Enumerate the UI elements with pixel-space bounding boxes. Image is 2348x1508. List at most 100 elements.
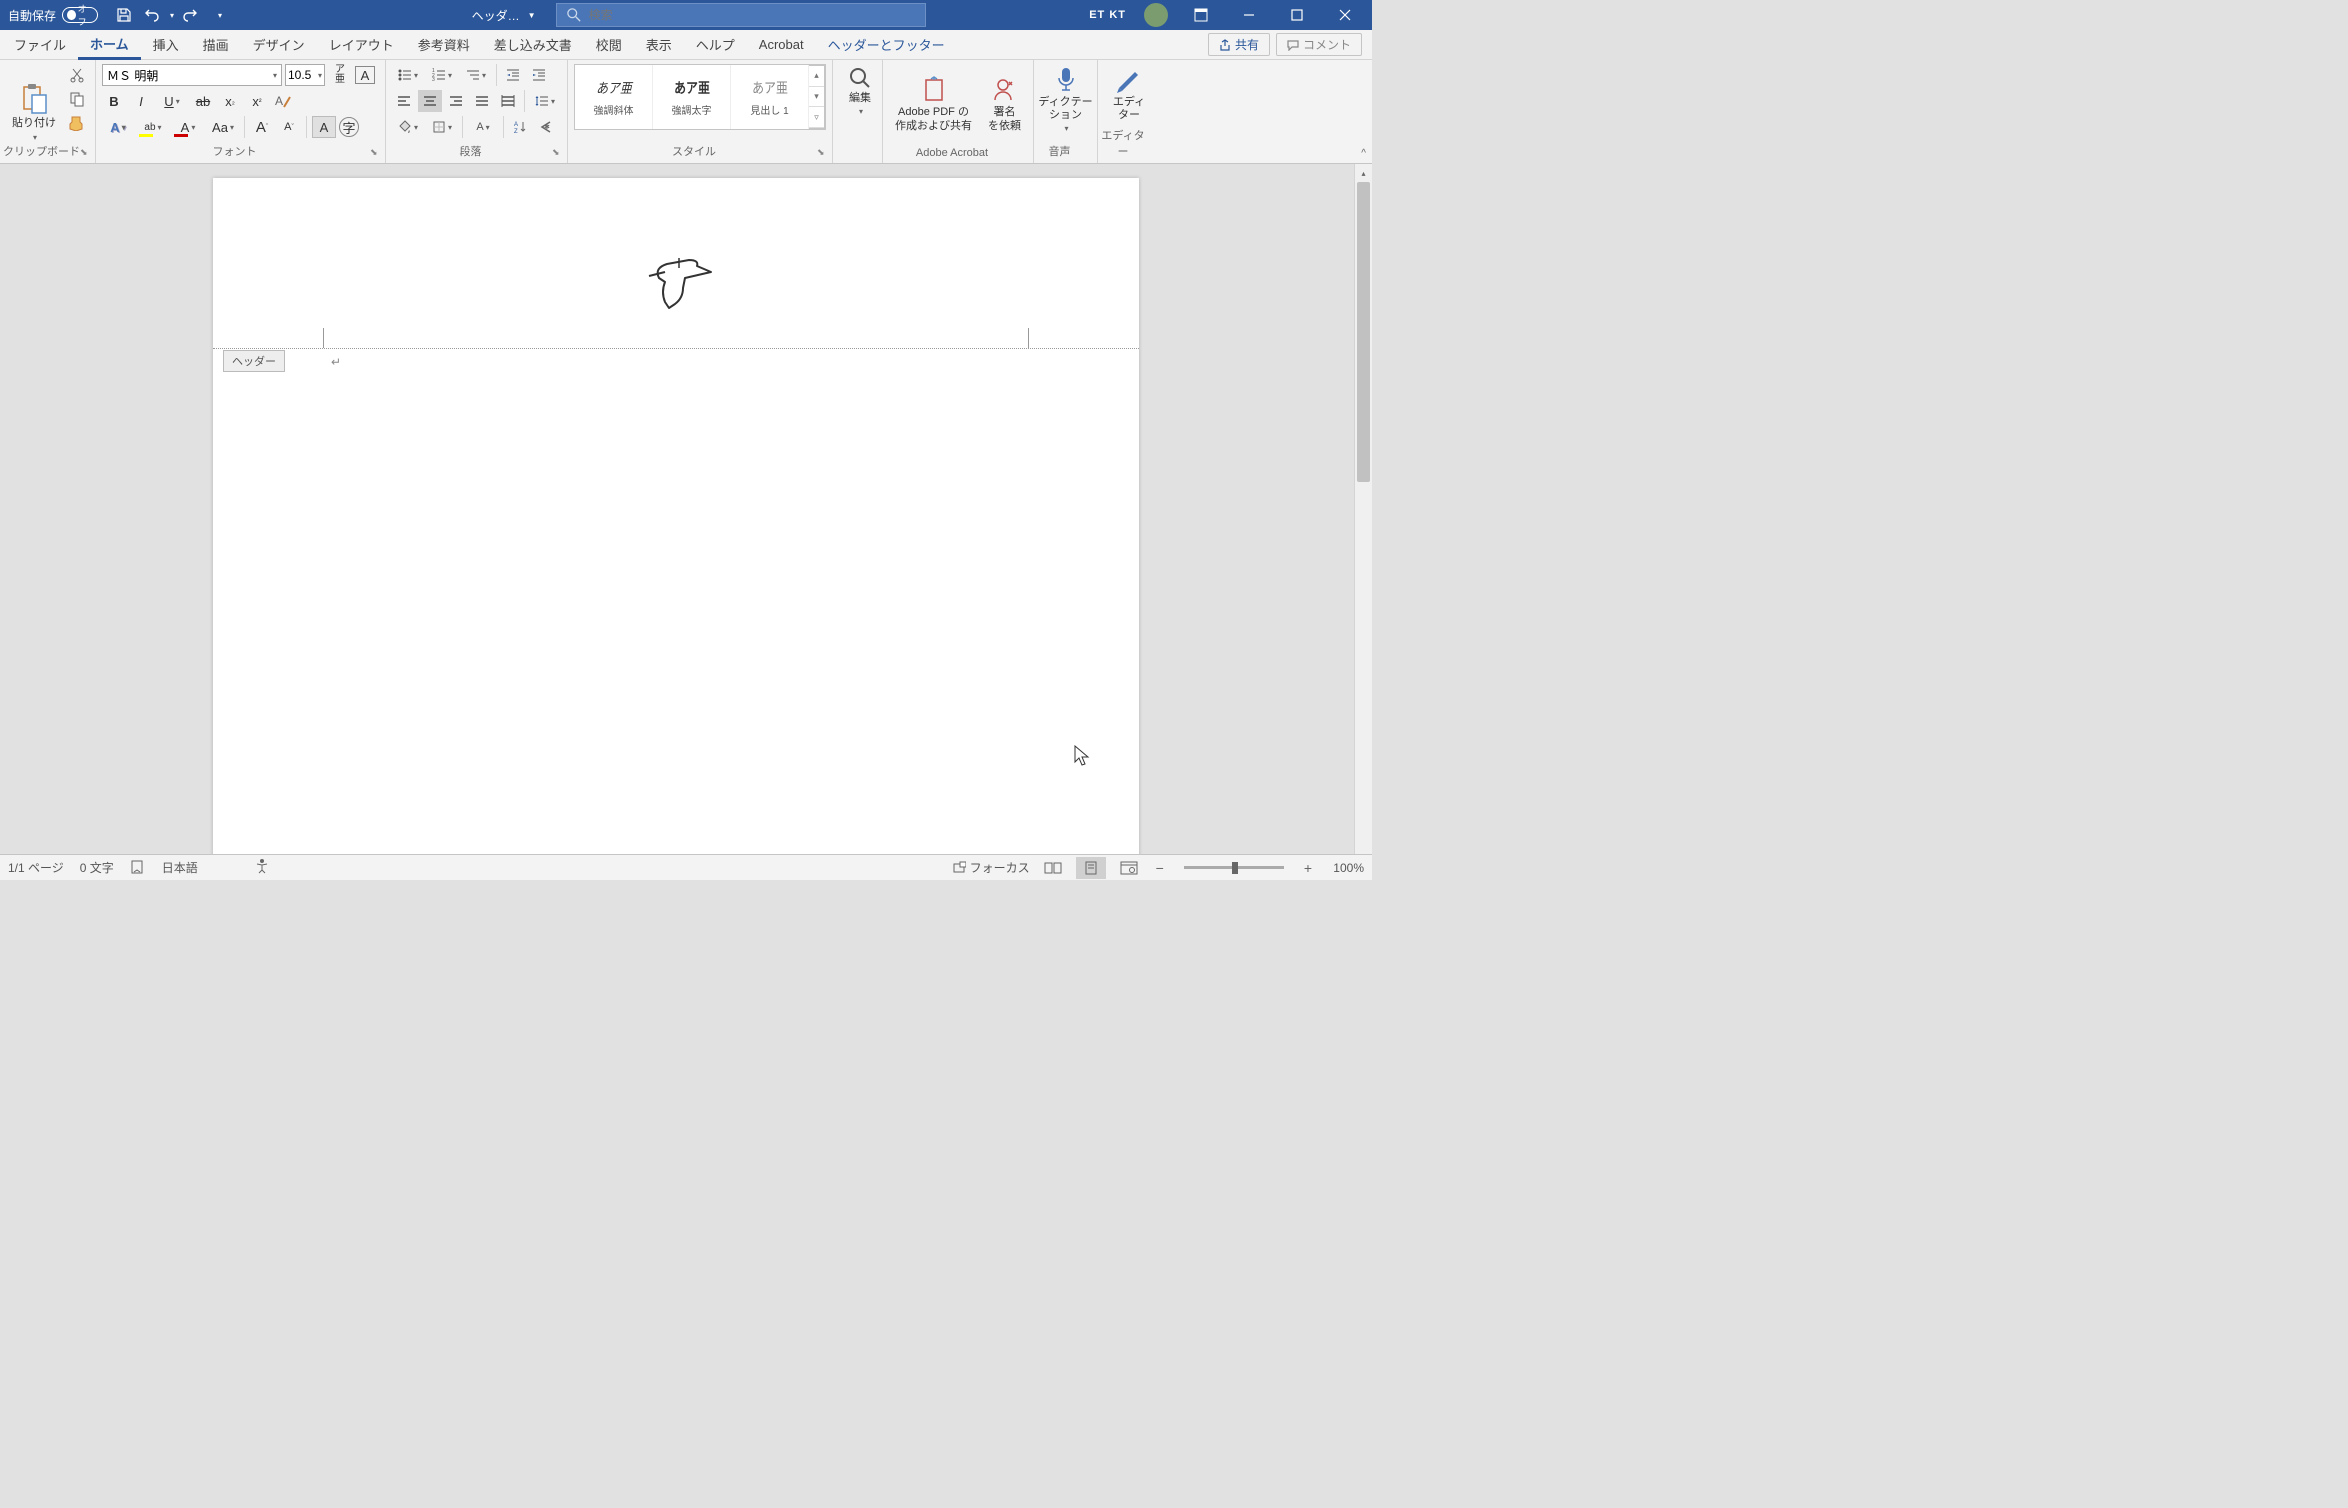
- justify-icon[interactable]: [470, 90, 494, 112]
- minimize-icon[interactable]: [1226, 0, 1272, 30]
- web-layout-icon[interactable]: [1114, 857, 1144, 879]
- editor-button[interactable]: エディ ター: [1104, 64, 1154, 124]
- zoom-level[interactable]: 100%: [1324, 861, 1364, 875]
- request-sign-button[interactable]: 署名 を依頼: [982, 64, 1027, 145]
- cut-icon[interactable]: [66, 64, 88, 86]
- collapse-ribbon-icon[interactable]: ^: [1361, 148, 1366, 159]
- style-scroll-up-icon[interactable]: ▴: [809, 66, 824, 87]
- multilevel-list-button[interactable]: ▾: [460, 64, 492, 86]
- accessibility-icon[interactable]: [254, 858, 270, 877]
- style-gallery-more-icon[interactable]: ▿: [809, 107, 824, 128]
- search-input[interactable]: [589, 8, 915, 22]
- enclose-char-icon[interactable]: 字: [339, 117, 359, 137]
- comments-button[interactable]: コメント: [1276, 33, 1362, 56]
- clipboard-launcher-icon[interactable]: ⬊: [80, 147, 92, 159]
- borders-icon[interactable]: ▾: [426, 116, 458, 138]
- zoom-slider-thumb[interactable]: [1232, 862, 1238, 874]
- style-emphasis-italic[interactable]: あア亜 強調斜体: [575, 65, 653, 129]
- grow-font-icon[interactable]: Aˆ: [250, 116, 274, 138]
- tab-layout[interactable]: レイアウト: [317, 30, 406, 60]
- autosave-toggle[interactable]: 自動保存 オフ: [0, 7, 106, 24]
- numbering-button[interactable]: 123▾: [426, 64, 458, 86]
- scroll-up-icon[interactable]: ▴: [1355, 164, 1372, 182]
- save-icon[interactable]: [112, 3, 136, 27]
- editing-dropdown-icon[interactable]: ▾: [859, 107, 863, 116]
- tab-mailings[interactable]: 差し込み文書: [482, 30, 584, 60]
- ribbon-display-icon[interactable]: [1178, 0, 1224, 30]
- bullets-button[interactable]: ▾: [392, 64, 424, 86]
- zoom-slider[interactable]: [1184, 866, 1284, 869]
- language-status[interactable]: 日本語: [162, 859, 198, 876]
- user-avatar[interactable]: [1144, 3, 1168, 27]
- zoom-out-button[interactable]: −: [1152, 860, 1168, 876]
- align-right-icon[interactable]: [444, 90, 468, 112]
- vertical-scrollbar[interactable]: ▴: [1354, 164, 1372, 854]
- align-left-icon[interactable]: [392, 90, 416, 112]
- zoom-in-button[interactable]: +: [1300, 860, 1316, 876]
- styles-launcher-icon[interactable]: ⬊: [817, 147, 829, 159]
- read-mode-icon[interactable]: [1038, 857, 1068, 879]
- style-emphasis-bold[interactable]: あア亜 強調太字: [653, 65, 731, 129]
- font-launcher-icon[interactable]: ⬊: [370, 147, 382, 159]
- share-button[interactable]: 共有: [1208, 33, 1270, 56]
- create-pdf-button[interactable]: Adobe PDF の 作成および共有: [889, 64, 978, 145]
- dictate-button[interactable]: ディクテー ション ▾: [1040, 64, 1091, 135]
- align-center-icon[interactable]: [418, 90, 442, 112]
- italic-button[interactable]: I: [129, 90, 153, 112]
- undo-icon[interactable]: [140, 3, 164, 27]
- focus-mode-button[interactable]: フォーカス: [952, 859, 1030, 876]
- phonetic-guide-icon[interactable]: ア亜: [328, 64, 352, 86]
- doc-title-dropdown-icon[interactable]: ▼: [528, 11, 536, 20]
- subscript-button[interactable]: x₂: [218, 90, 242, 112]
- tab-header-footer[interactable]: ヘッダーとフッター: [816, 30, 957, 60]
- shading-icon[interactable]: ▾: [392, 116, 424, 138]
- style-scroll-down-icon[interactable]: ▾: [809, 87, 824, 108]
- style-heading-1[interactable]: あア亜 見出し 1: [731, 65, 809, 129]
- line-spacing-icon[interactable]: ▾: [529, 90, 561, 112]
- tab-draw[interactable]: 描画: [191, 30, 241, 60]
- tab-file[interactable]: ファイル: [2, 30, 78, 60]
- tab-view[interactable]: 表示: [634, 30, 684, 60]
- search-box[interactable]: [556, 3, 926, 27]
- paragraph-launcher-icon[interactable]: ⬊: [552, 147, 564, 159]
- distribute-icon[interactable]: [496, 90, 520, 112]
- spellcheck-icon[interactable]: [130, 858, 146, 877]
- undo-dropdown-icon[interactable]: ▾: [170, 11, 174, 20]
- superscript-button[interactable]: x²: [245, 90, 269, 112]
- print-layout-icon[interactable]: [1076, 857, 1106, 879]
- strikethrough-button[interactable]: ab: [191, 90, 215, 112]
- highlight-color-button[interactable]: ab▾: [137, 116, 169, 138]
- clear-format-icon[interactable]: A: [272, 90, 296, 112]
- tab-home[interactable]: ホーム: [78, 30, 141, 60]
- font-size-select[interactable]: 10.5▾: [285, 64, 325, 86]
- editing-button[interactable]: 編集 ▾: [839, 64, 881, 118]
- change-case-button[interactable]: Aa▾: [207, 116, 239, 138]
- qat-customize-icon[interactable]: ▾: [218, 11, 222, 20]
- font-color-button[interactable]: A▾: [172, 116, 204, 138]
- char-shading-icon[interactable]: A: [312, 116, 336, 138]
- word-count[interactable]: 0 文字: [80, 859, 114, 876]
- underline-button[interactable]: U▾: [156, 90, 188, 112]
- header-editing-area[interactable]: [213, 178, 1139, 348]
- tab-review[interactable]: 校閲: [584, 30, 634, 60]
- toggle-switch[interactable]: オフ: [62, 7, 98, 23]
- tab-references[interactable]: 参考資料: [406, 30, 482, 60]
- shrink-font-icon[interactable]: Aˇ: [277, 116, 301, 138]
- page-count[interactable]: 1/1 ページ: [8, 859, 64, 876]
- show-marks-icon[interactable]: ✱: [534, 116, 558, 138]
- page[interactable]: ヘッダー ↵: [213, 178, 1139, 854]
- asian-layout-icon[interactable]: A▾: [467, 116, 499, 138]
- maximize-icon[interactable]: [1274, 0, 1320, 30]
- sort-icon[interactable]: AZ: [508, 116, 532, 138]
- tab-design[interactable]: デザイン: [241, 30, 317, 60]
- char-border-icon[interactable]: A: [355, 66, 375, 84]
- copy-icon[interactable]: [66, 88, 88, 110]
- close-icon[interactable]: [1322, 0, 1368, 30]
- increase-indent-icon[interactable]: [527, 64, 551, 86]
- tab-acrobat[interactable]: Acrobat: [747, 30, 816, 60]
- redo-icon[interactable]: [178, 3, 202, 27]
- decrease-indent-icon[interactable]: [501, 64, 525, 86]
- tab-insert[interactable]: 挿入: [141, 30, 191, 60]
- dictate-dropdown-icon[interactable]: ▾: [1064, 124, 1068, 133]
- format-painter-icon[interactable]: [66, 112, 88, 134]
